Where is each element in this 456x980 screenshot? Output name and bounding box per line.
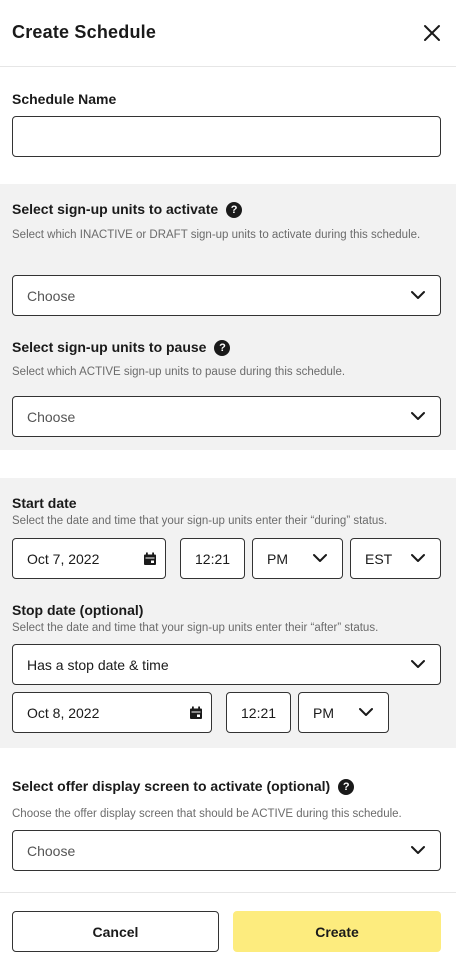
offer-screen-label: Select offer display screen to activate … (12, 778, 355, 796)
chevron-down-icon (411, 412, 425, 420)
stop-ampm-value: PM (313, 705, 334, 721)
pause-units-help: Select which ACTIVE sign-up units to pau… (12, 366, 346, 378)
offer-screen-help: Choose the offer display screen that sho… (12, 808, 402, 820)
activate-units-label: Select sign-up units to activate? (12, 201, 243, 219)
create-button[interactable]: Create (233, 911, 441, 952)
pause-units-label: Select sign-up units to pause? (12, 339, 231, 357)
chevron-down-icon (411, 291, 425, 299)
start-date-input[interactable]: Oct 7, 2022 (12, 538, 166, 579)
activate-units-value: Choose (27, 288, 76, 304)
offer-screen-value: Choose (27, 843, 76, 859)
offer-screen-select[interactable]: Choose (12, 830, 441, 871)
close-icon[interactable] (421, 22, 443, 44)
help-icon[interactable]: ? (226, 202, 243, 219)
start-date-help: Select the date and time that your sign-… (12, 515, 388, 527)
start-time-input[interactable]: 12:21 (180, 538, 245, 579)
start-date-label: Start date (12, 495, 77, 511)
calendar-icon[interactable] (143, 552, 157, 566)
page-title: Create Schedule (12, 22, 157, 42)
chevron-down-icon (313, 554, 327, 562)
start-time-value: 12:21 (195, 551, 231, 567)
chevron-down-icon (411, 846, 425, 854)
start-ampm-select[interactable]: PM (252, 538, 343, 579)
start-date-value: Oct 7, 2022 (27, 551, 100, 567)
chevron-down-icon (359, 708, 373, 716)
stop-date-help: Select the date and time that your sign-… (12, 622, 379, 634)
chevron-down-icon (411, 660, 425, 668)
offer-screen-label-text: Select offer display screen to activate … (12, 778, 331, 794)
dialog-footer: Cancel Create (0, 892, 456, 980)
activate-units-help: Select which INACTIVE or DRAFT sign-up u… (12, 229, 421, 241)
start-timezone-value: EST (365, 551, 393, 567)
schedule-name-input[interactable] (12, 116, 441, 157)
stop-date-label: Stop date (optional) (12, 602, 144, 618)
start-ampm-value: PM (267, 551, 288, 567)
pause-units-label-text: Select sign-up units to pause (12, 339, 207, 355)
stop-ampm-select[interactable]: PM (298, 692, 389, 733)
stop-date-input[interactable]: Oct 8, 2022 (12, 692, 212, 733)
activate-units-label-text: Select sign-up units to activate (12, 201, 219, 217)
help-icon[interactable]: ? (214, 340, 231, 357)
stop-mode-select[interactable]: Has a stop date & time (12, 644, 441, 685)
calendar-icon[interactable] (189, 706, 203, 720)
start-timezone-select[interactable]: EST (350, 538, 441, 579)
chevron-down-icon (411, 554, 425, 562)
pause-units-select[interactable]: Choose (12, 396, 441, 437)
cancel-button[interactable]: Cancel (12, 911, 219, 952)
help-icon[interactable]: ? (338, 779, 355, 796)
activate-units-select[interactable]: Choose (12, 275, 441, 316)
stop-mode-value: Has a stop date & time (27, 657, 169, 673)
dialog-header: Create Schedule (0, 0, 456, 67)
stop-time-value: 12:21 (241, 705, 277, 721)
stop-time-input[interactable]: 12:21 (226, 692, 291, 733)
pause-units-value: Choose (27, 409, 76, 425)
stop-date-value: Oct 8, 2022 (27, 705, 100, 721)
schedule-name-label: Schedule Name (12, 91, 117, 107)
